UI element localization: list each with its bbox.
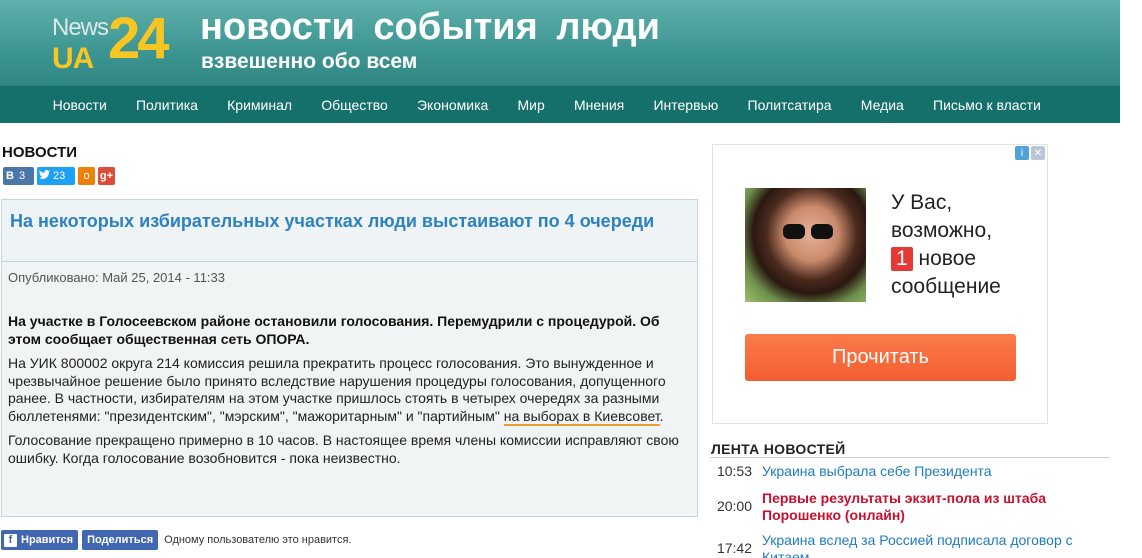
nav-item-media[interactable]: Медиа bbox=[846, 97, 918, 113]
google-plus-icon: g+ bbox=[99, 170, 114, 182]
ad-controls: i ✕ bbox=[1015, 146, 1045, 160]
list-item[interactable]: 20:00 Первые результаты экзит-пола из шт… bbox=[710, 490, 1110, 524]
nav-item-news[interactable]: Новости bbox=[38, 97, 121, 113]
ad-line-1: У Вас, bbox=[891, 191, 953, 214]
nav-item-opinions[interactable]: Мнения bbox=[559, 97, 639, 113]
ad-line-4: сообщение bbox=[891, 275, 1001, 298]
list-item[interactable]: 17:42 Украина вслед за Россией подписала… bbox=[710, 532, 1110, 558]
logo-ua-text: UA bbox=[52, 42, 94, 75]
nav-item-society[interactable]: Общество bbox=[307, 97, 403, 113]
sunglasses-icon bbox=[783, 224, 835, 240]
site-logo[interactable]: News UA 24 bbox=[50, 10, 169, 76]
odnoklassniki-share-button[interactable]: o bbox=[78, 167, 95, 185]
feed-time: 20:00 bbox=[716, 498, 752, 514]
article-lead: На участке в Голосеевском районе останов… bbox=[8, 313, 660, 347]
ad-info-icon[interactable]: i bbox=[1015, 146, 1029, 160]
ad-close-icon[interactable]: ✕ bbox=[1031, 146, 1045, 160]
nav-item-crime[interactable]: Криминал bbox=[213, 97, 307, 113]
share-buttons: B 3 23 o g+ bbox=[3, 167, 115, 185]
article-card: На некоторых избирательных участках люди… bbox=[1, 199, 698, 517]
article-header: На некоторых избирательных участках люди… bbox=[2, 200, 697, 262]
ad-line-2: возможно, bbox=[891, 219, 993, 242]
facebook-like-button[interactable]: f Нравится bbox=[1, 530, 79, 550]
list-item[interactable]: 10:53 Украина выбрала себе Президента bbox=[710, 463, 1110, 480]
site-title: новости события люди bbox=[200, 6, 660, 48]
article-paragraph: На УИК 800002 округа 214 комиссия решила… bbox=[8, 355, 692, 426]
article-title[interactable]: На некоторых избирательных участках люди… bbox=[10, 210, 689, 233]
twitter-share-count: 23 bbox=[53, 170, 66, 182]
facebook-icon: f bbox=[4, 533, 17, 547]
nav-item-politics[interactable]: Политика bbox=[121, 97, 212, 113]
facebook-share-label: Поделиться bbox=[87, 534, 154, 546]
feed-link[interactable]: Украина вслед за Россией подписала догов… bbox=[762, 532, 1110, 558]
facebook-like-count-text: Одному пользователю это нравится. bbox=[164, 534, 352, 546]
news-feed-title: ЛЕНТА НОВОСТЕЙ bbox=[711, 441, 846, 457]
twitter-bird-icon bbox=[37, 170, 51, 182]
feed-time: 10:53 bbox=[716, 463, 752, 479]
site-subtitle: взвешенно обо всем bbox=[201, 50, 418, 73]
feed-time: 17:42 bbox=[716, 540, 752, 556]
news-feed-divider bbox=[710, 457, 1110, 458]
ad-notification-badge: 1 bbox=[891, 247, 913, 271]
vk-share-count: 3 bbox=[19, 170, 26, 182]
twitter-share-button[interactable]: 23 bbox=[37, 167, 75, 185]
nav-item-letter[interactable]: Письмо к власти bbox=[918, 97, 1055, 113]
ad-message: У Вас, возможно, 1 новое сообщение bbox=[891, 189, 1041, 301]
ad-line-3: новое bbox=[912, 247, 977, 270]
feed-link[interactable]: Первые результаты экзит-пола из штаба По… bbox=[762, 490, 1110, 524]
ad-photo[interactable] bbox=[745, 188, 866, 302]
vk-share-button[interactable]: B 3 bbox=[3, 167, 34, 185]
article-inline-link[interactable]: на выборах в Киевсовет bbox=[503, 407, 660, 426]
section-title: НОВОСТИ bbox=[2, 144, 78, 161]
google-plus-share-button[interactable]: g+ bbox=[98, 167, 115, 185]
vk-icon: B bbox=[6, 170, 14, 182]
feed-link[interactable]: Украина выбрала себе Президента bbox=[762, 463, 1110, 480]
ad-read-button[interactable]: Прочитать bbox=[745, 334, 1016, 381]
ad-banner[interactable]: i ✕ У Вас, возможно, 1 новое сообщение П… bbox=[712, 144, 1048, 424]
nav-item-interviews[interactable]: Интервью bbox=[639, 97, 733, 113]
facebook-share-button[interactable]: Поделиться bbox=[82, 530, 159, 550]
nav-item-satire[interactable]: Политсатира bbox=[733, 97, 846, 113]
facebook-like-label: Нравится bbox=[21, 534, 74, 546]
logo-news-text: News bbox=[52, 14, 109, 41]
article-published-date: Опубликовано: Май 25, 2014 - 11:33 bbox=[8, 270, 225, 285]
facebook-widget: f Нравится Поделиться Одному пользовател… bbox=[1, 530, 352, 550]
article-paragraph-end: . bbox=[659, 407, 664, 424]
nav-item-world[interactable]: Мир bbox=[503, 97, 559, 113]
main-nav: Новости Политика Криминал Общество Эконо… bbox=[0, 86, 1120, 123]
site-header: News UA 24 новости события люди взвешенн… bbox=[0, 0, 1120, 86]
odnoklassniki-icon: o bbox=[83, 170, 90, 182]
logo-24-text: 24 bbox=[108, 6, 169, 71]
nav-item-economy[interactable]: Экономика bbox=[402, 97, 503, 113]
article-paragraph-2: Голосование прекращено примерно в 10 час… bbox=[8, 432, 679, 466]
